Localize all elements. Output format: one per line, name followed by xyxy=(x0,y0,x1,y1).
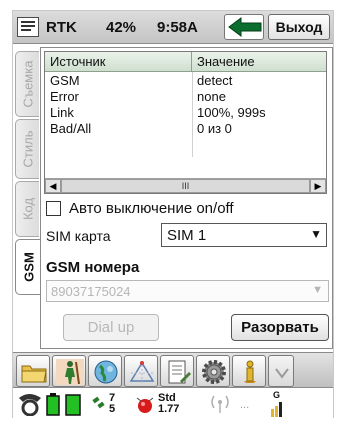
menu-icon[interactable] xyxy=(17,17,39,37)
folder-button[interactable] xyxy=(16,355,50,387)
battery-level: 42% xyxy=(106,19,137,36)
row-source: Bad/All xyxy=(50,121,92,136)
survey-button[interactable] xyxy=(52,355,86,387)
row-source: GSM xyxy=(50,73,80,88)
clock: 9:58A xyxy=(157,19,198,36)
tab-survey[interactable]: Съемка xyxy=(15,51,39,117)
toolbar xyxy=(13,352,333,388)
folder-icon xyxy=(21,365,47,383)
surveyor-icon xyxy=(56,359,84,385)
more-status: ... xyxy=(240,399,250,411)
gsm-number-value: 89037175024 xyxy=(51,284,131,299)
exit-button[interactable]: Выход xyxy=(268,14,330,40)
header-value[interactable]: Значение xyxy=(192,52,326,72)
receiver-icon[interactable] xyxy=(17,392,43,416)
dial-up-button[interactable]: Dial up xyxy=(63,314,159,341)
satellites-used: 5 xyxy=(109,403,116,415)
precision-value: 1.77 xyxy=(158,403,180,415)
auto-off-checkbox[interactable] xyxy=(46,201,61,216)
app-name: RTK xyxy=(46,19,77,36)
row-value: 100%, 999s xyxy=(197,105,266,120)
battery-icon[interactable] xyxy=(64,392,82,416)
more-button[interactable] xyxy=(268,355,294,387)
settings-gear-icon xyxy=(202,360,226,384)
satellite-icon[interactable] xyxy=(91,392,107,414)
back-button[interactable] xyxy=(224,14,264,40)
tab-survey-label: Съемка xyxy=(20,60,35,108)
horizontal-scrollbar[interactable]: ◀ III ▶ xyxy=(45,178,326,193)
tab-style[interactable]: Стиль xyxy=(15,119,39,179)
info-button[interactable] xyxy=(232,355,266,387)
globe-icon xyxy=(94,360,118,384)
sim-label: SIM карта xyxy=(46,228,111,244)
scroll-left-icon[interactable]: ◀ xyxy=(45,179,61,193)
map-button[interactable] xyxy=(88,355,122,387)
row-value: none xyxy=(197,89,226,104)
title-bar: RTK 42% 9:58A Выход xyxy=(13,11,333,44)
signal-strength-icon[interactable] xyxy=(271,399,285,417)
radio-signal-icon[interactable] xyxy=(209,392,231,414)
table-row[interactable]: Bad/All 0 из 0 xyxy=(45,121,326,137)
row-value: detect xyxy=(197,73,233,88)
back-arrow-icon xyxy=(228,17,262,37)
row-source: Link xyxy=(50,105,74,120)
status-grid: Источник Значение GSM detect Error none … xyxy=(44,51,327,194)
sim-select-value: SIM 1 xyxy=(167,227,207,244)
settings-button[interactable] xyxy=(196,355,230,387)
chevron-down-icon xyxy=(275,368,289,379)
status-bar: 7 5 Std 1.77 ... G xyxy=(13,389,333,418)
table-row[interactable]: GSM detect xyxy=(45,73,326,89)
notebook-button[interactable] xyxy=(160,355,194,387)
row-value: 0 из 0 xyxy=(197,121,232,136)
scroll-right-icon[interactable]: ▶ xyxy=(310,179,326,193)
table-row[interactable]: Link 100%, 999s xyxy=(45,105,326,121)
header-source[interactable]: Источник xyxy=(45,52,192,72)
cogo-icon xyxy=(129,361,155,383)
app-window: RTK 42% 9:58A Выход Съемка Стиль Код GSM… xyxy=(12,10,334,418)
disconnect-button[interactable]: Разорвать xyxy=(231,314,329,341)
battery-icon[interactable] xyxy=(45,392,61,416)
chevron-down-icon: ▼ xyxy=(310,227,322,241)
gsm-numbers-title: GSM номера xyxy=(46,259,140,276)
tab-code-label: Код xyxy=(20,197,35,221)
tab-gsm-label: GSM xyxy=(21,252,36,282)
sim-select[interactable]: SIM 1 ▼ xyxy=(161,223,327,247)
grid-header: Источник Значение xyxy=(45,52,326,72)
chevron-down-icon: ▼ xyxy=(312,284,323,296)
table-row[interactable]: Error none xyxy=(45,89,326,105)
auto-off-label: Авто выключение on/off xyxy=(69,200,234,217)
solution-status-icon[interactable] xyxy=(135,395,155,415)
scroll-thumb[interactable]: III xyxy=(61,179,310,193)
info-icon xyxy=(244,360,256,383)
tab-style-label: Стиль xyxy=(20,130,35,168)
gsm-number-select[interactable]: 89037175024 ▼ xyxy=(46,280,329,302)
row-source: Error xyxy=(50,89,79,104)
cogo-button[interactable] xyxy=(124,355,158,387)
notebook-icon xyxy=(168,360,191,384)
tab-strip: Съемка Стиль Код GSM xyxy=(15,47,41,309)
tab-gsm[interactable]: GSM xyxy=(15,239,41,295)
tab-code[interactable]: Код xyxy=(15,181,39,237)
gsm-panel: Источник Значение GSM detect Error none … xyxy=(40,47,333,349)
